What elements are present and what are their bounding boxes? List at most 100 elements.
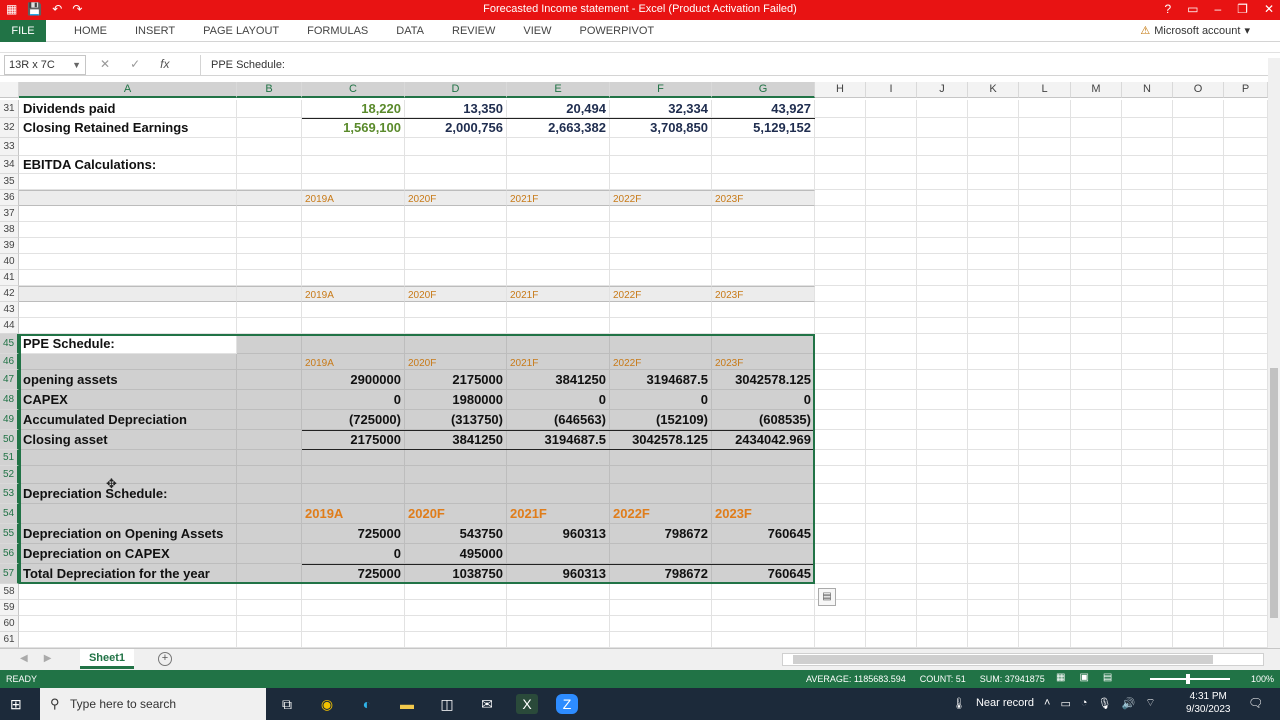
- cell[interactable]: [237, 302, 302, 318]
- ribbon-tab-review[interactable]: REVIEW: [438, 20, 509, 42]
- cell[interactable]: [1173, 504, 1224, 524]
- cell[interactable]: [866, 156, 917, 174]
- cell[interactable]: [1224, 466, 1268, 484]
- cell[interactable]: [302, 238, 405, 254]
- cell[interactable]: [917, 504, 968, 524]
- cell[interactable]: [866, 616, 917, 632]
- cell[interactable]: [507, 302, 610, 318]
- cell[interactable]: [405, 174, 507, 190]
- cell[interactable]: [237, 138, 302, 156]
- cell[interactable]: [1122, 270, 1173, 286]
- cell[interactable]: [1224, 450, 1268, 466]
- cell[interactable]: [1224, 138, 1268, 156]
- cell[interactable]: [968, 524, 1019, 544]
- cell[interactable]: [610, 584, 712, 600]
- cell[interactable]: [917, 616, 968, 632]
- cell[interactable]: [302, 584, 405, 600]
- cell[interactable]: [237, 254, 302, 270]
- cell[interactable]: [405, 156, 507, 174]
- cell[interactable]: [968, 100, 1019, 118]
- cell[interactable]: [19, 450, 237, 466]
- cell[interactable]: [1071, 118, 1122, 138]
- cell[interactable]: [815, 430, 866, 450]
- cell[interactable]: [917, 632, 968, 648]
- cell[interactable]: [712, 238, 815, 254]
- cell[interactable]: [1019, 430, 1071, 450]
- cell[interactable]: [610, 632, 712, 648]
- cell[interactable]: [1122, 238, 1173, 254]
- cell[interactable]: [610, 318, 712, 334]
- cell[interactable]: [237, 238, 302, 254]
- cell[interactable]: [866, 466, 917, 484]
- cell[interactable]: [1173, 118, 1224, 138]
- cell[interactable]: [1173, 544, 1224, 564]
- column-header-a[interactable]: A: [19, 82, 237, 98]
- cell[interactable]: [237, 504, 302, 524]
- ribbon-tab-powerpivot[interactable]: POWERPIVOT: [566, 20, 669, 42]
- cell[interactable]: [968, 410, 1019, 430]
- cell[interactable]: [1122, 466, 1173, 484]
- column-header-b[interactable]: B: [237, 82, 302, 98]
- cell[interactable]: [866, 450, 917, 466]
- cell[interactable]: [19, 302, 237, 318]
- cell[interactable]: [610, 254, 712, 270]
- cell[interactable]: [405, 302, 507, 318]
- cell[interactable]: [815, 484, 866, 504]
- cell[interactable]: [405, 466, 507, 484]
- cell[interactable]: [1071, 302, 1122, 318]
- cell[interactable]: [1019, 450, 1071, 466]
- cell[interactable]: [712, 632, 815, 648]
- cell[interactable]: [866, 238, 917, 254]
- formula-input[interactable]: PPE Schedule:: [200, 55, 1280, 75]
- cell[interactable]: [1224, 318, 1268, 334]
- cell[interactable]: [866, 138, 917, 156]
- cell[interactable]: [1071, 238, 1122, 254]
- cell[interactable]: [610, 238, 712, 254]
- cell[interactable]: [1173, 584, 1224, 600]
- row-header-60[interactable]: 60: [0, 616, 19, 632]
- row-header-34[interactable]: 34: [0, 156, 19, 174]
- cell[interactable]: [1019, 616, 1071, 632]
- row-header-36[interactable]: 36: [0, 190, 19, 206]
- cell[interactable]: [1019, 156, 1071, 174]
- cell[interactable]: [815, 286, 866, 302]
- cell[interactable]: [237, 334, 302, 354]
- cell[interactable]: [19, 222, 237, 238]
- row-header-44[interactable]: 44: [0, 318, 19, 334]
- cell[interactable]: [917, 584, 968, 600]
- cell[interactable]: [1019, 544, 1071, 564]
- cell[interactable]: [1019, 138, 1071, 156]
- cell[interactable]: [237, 544, 302, 564]
- zoom-level[interactable]: 100%: [1251, 674, 1274, 684]
- cell[interactable]: [712, 466, 815, 484]
- cell[interactable]: [237, 484, 302, 504]
- cell[interactable]: [1224, 410, 1268, 430]
- cell[interactable]: [968, 138, 1019, 156]
- speaker-icon[interactable]: 🔊: [1122, 697, 1136, 710]
- ribbon-tab-home[interactable]: HOME: [60, 20, 121, 42]
- cell[interactable]: [866, 254, 917, 270]
- cell[interactable]: [1019, 302, 1071, 318]
- cell[interactable]: [815, 190, 866, 206]
- row-header-35[interactable]: 35: [0, 174, 19, 190]
- cell[interactable]: [968, 118, 1019, 138]
- column-header-n[interactable]: N: [1122, 82, 1173, 98]
- cell[interactable]: [507, 616, 610, 632]
- cell[interactable]: [1173, 318, 1224, 334]
- file-explorer-icon[interactable]: ▬: [396, 694, 418, 714]
- cell[interactable]: [610, 156, 712, 174]
- cell[interactable]: [1019, 318, 1071, 334]
- cell[interactable]: [1122, 450, 1173, 466]
- cell[interactable]: [1019, 118, 1071, 138]
- cell[interactable]: [917, 270, 968, 286]
- cell[interactable]: [968, 238, 1019, 254]
- cell[interactable]: [815, 138, 866, 156]
- cell[interactable]: [1071, 156, 1122, 174]
- cell[interactable]: [1122, 370, 1173, 390]
- insert-function-icon[interactable]: fx: [160, 57, 169, 71]
- cell[interactable]: [302, 270, 405, 286]
- cell[interactable]: [712, 138, 815, 156]
- cell[interactable]: [1071, 504, 1122, 524]
- cell[interactable]: [1224, 270, 1268, 286]
- sheet-tab-sheet1[interactable]: Sheet1: [80, 649, 134, 669]
